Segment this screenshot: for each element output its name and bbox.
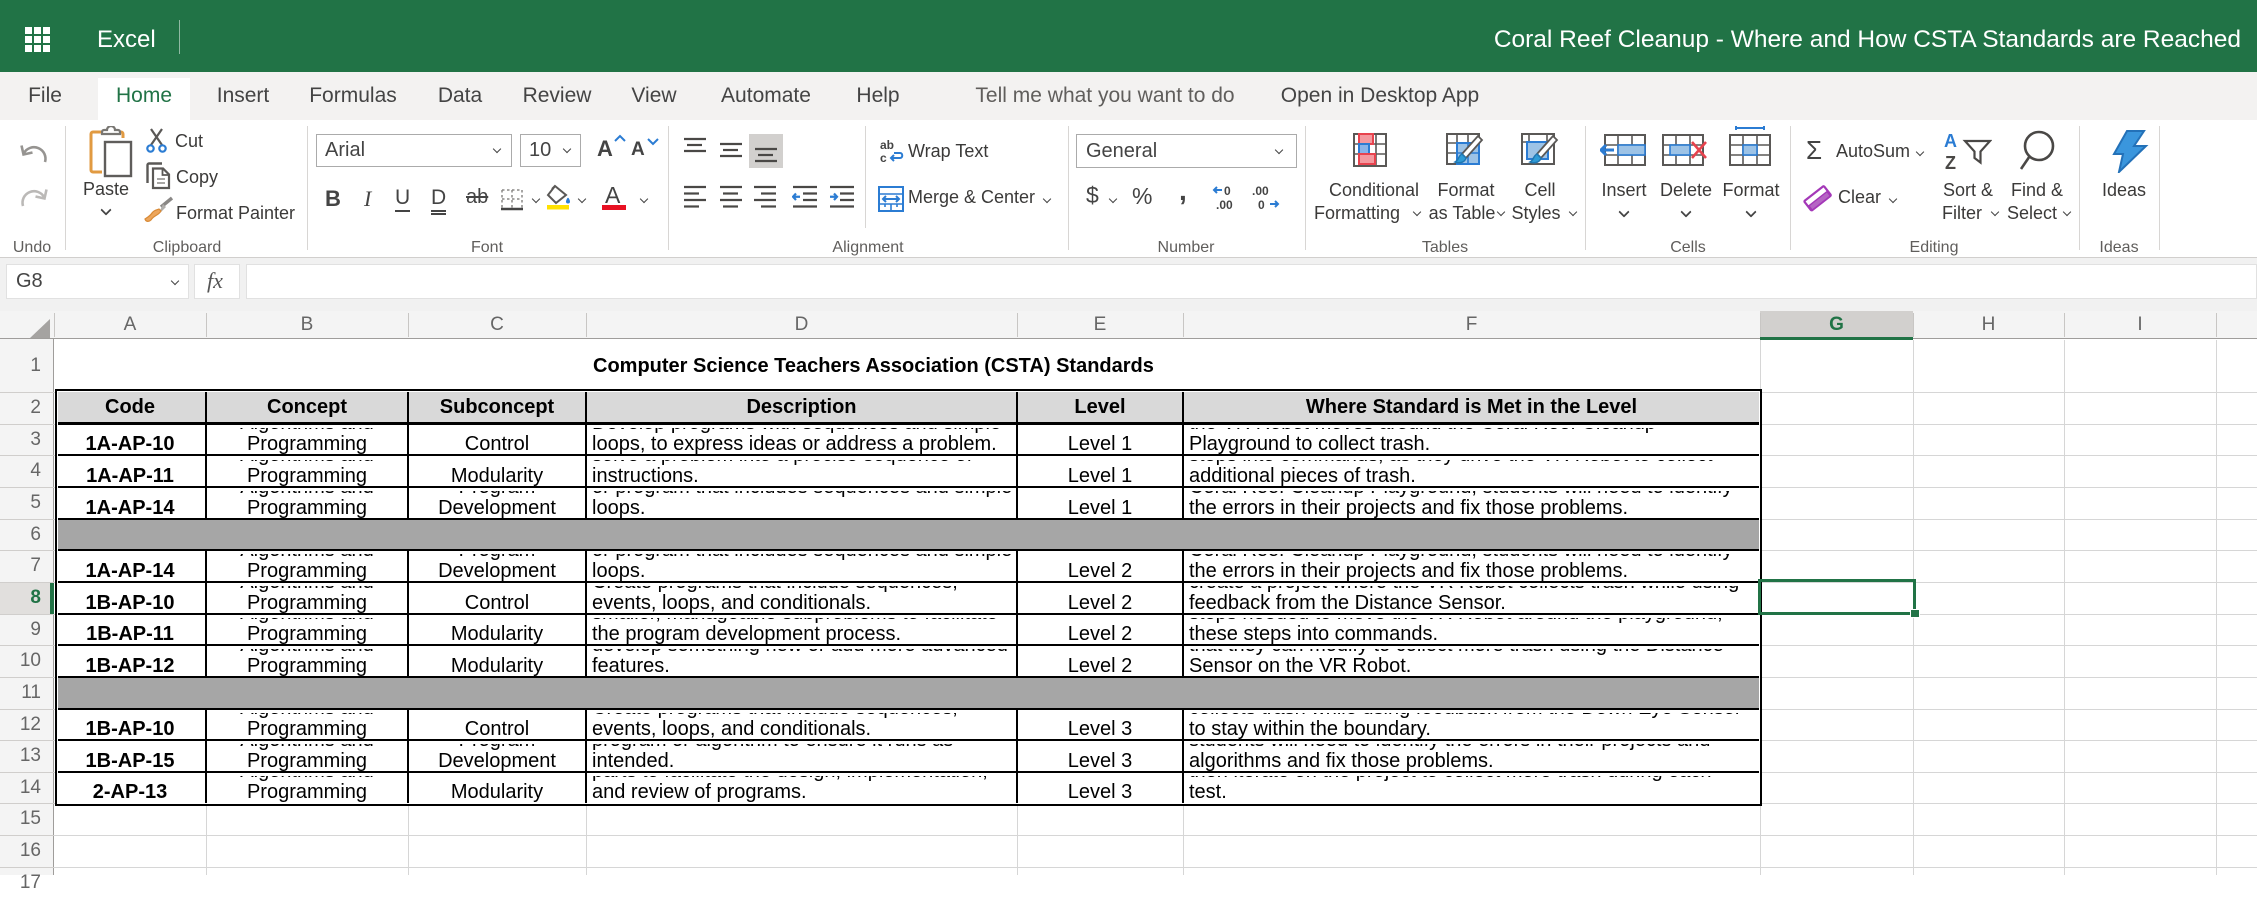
- svg-text:Z: Z: [1945, 153, 1956, 172]
- svg-text:0: 0: [1224, 184, 1231, 198]
- svg-text:.00: .00: [1216, 198, 1233, 212]
- svg-text:c: c: [880, 151, 887, 165]
- svg-text:0: 0: [1258, 198, 1265, 212]
- svg-text:A: A: [1944, 131, 1957, 151]
- svg-text:.00: .00: [1252, 184, 1269, 198]
